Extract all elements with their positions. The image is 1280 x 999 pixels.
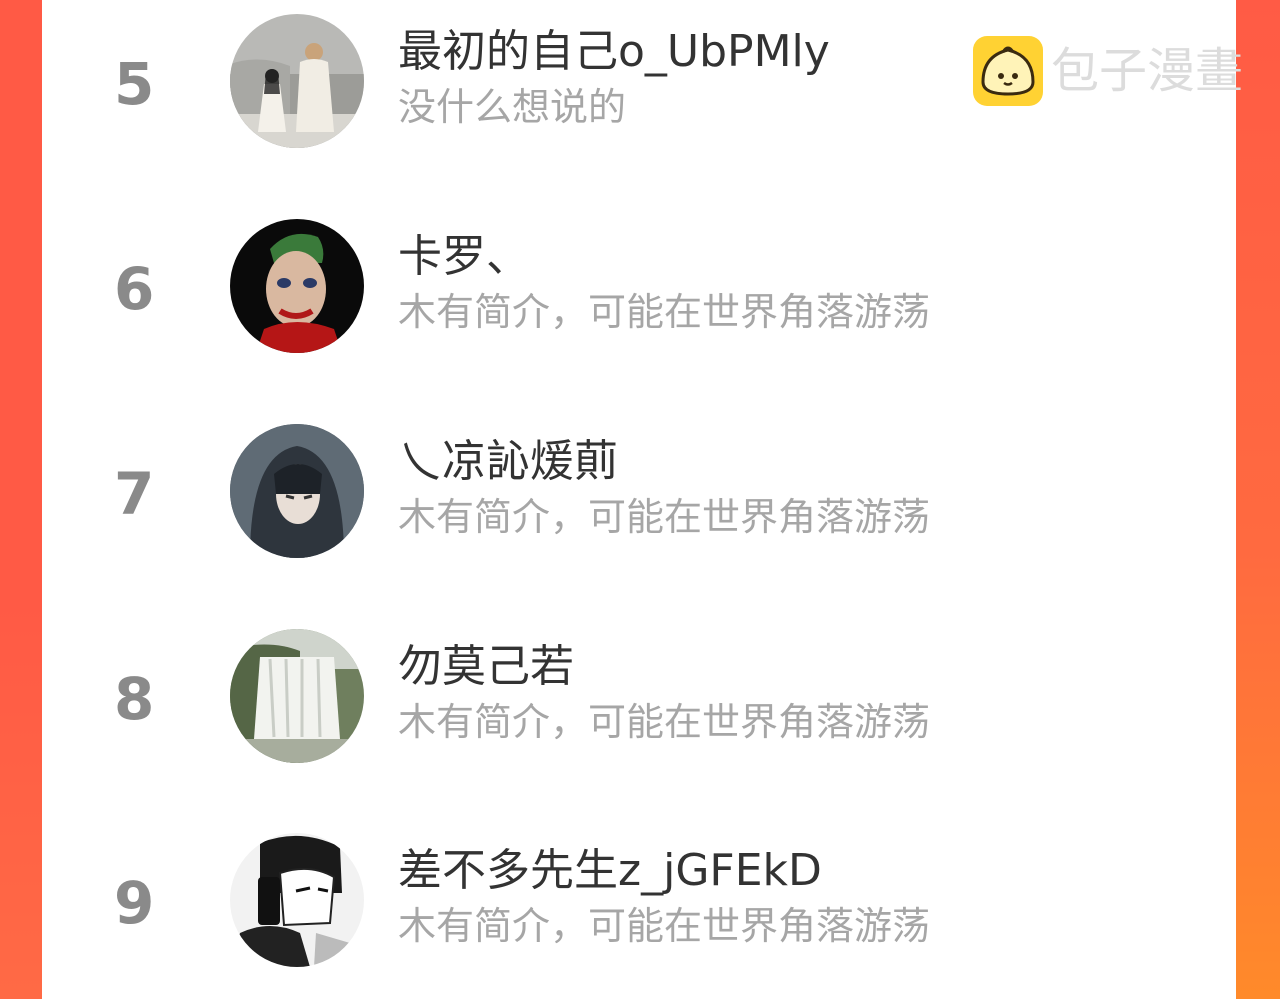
user-bio: 木有简介，可能在世界角落游荡 — [398, 495, 931, 539]
ranking-row[interactable]: 7 乀凉訫煖萴 木有简介，可能在世界角落游荡 — [42, 424, 1236, 564]
ranking-row[interactable]: 6 卡罗、 木有简介，可能在世界角落游荡 — [42, 219, 1236, 359]
joker-avatar[interactable] — [230, 219, 364, 353]
watermark-text: 包子漫畫 — [1051, 43, 1244, 99]
rank-number: 5 — [114, 50, 155, 118]
right-accent-border — [1236, 0, 1280, 999]
anime-hooded-avatar[interactable] — [230, 424, 364, 558]
bun-logo-icon — [973, 36, 1043, 106]
rank-number: 9 — [114, 869, 155, 937]
left-accent-border — [0, 0, 42, 999]
user-name[interactable]: 最初的自己o_UbPMly — [398, 24, 830, 80]
user-bio: 木有简介，可能在世界角落游荡 — [398, 904, 931, 948]
user-bio: 没什么想说的 — [398, 85, 627, 129]
user-bio: 木有简介，可能在世界角落游荡 — [398, 700, 931, 744]
couple-illustration-avatar[interactable] — [230, 14, 364, 148]
user-name[interactable]: 卡罗、 — [398, 229, 530, 285]
watermark: 包子漫畫 — [973, 36, 1243, 108]
rank-number: 7 — [114, 460, 155, 528]
waterfall-avatar[interactable] — [230, 629, 364, 763]
user-name[interactable]: 乀凉訫煖萴 — [398, 434, 618, 490]
ranking-panel: 5 最初的自己o_UbPMly 没什么想说的 6 卡罗、 木有简介，可能在世界角… — [42, 0, 1243, 999]
manga-phone-avatar[interactable] — [230, 833, 364, 967]
rank-number: 8 — [114, 665, 155, 733]
ranking-row[interactable]: 8 勿莫己若 木有简介，可能在世界角落游荡 — [42, 629, 1236, 769]
user-name[interactable]: 勿莫己若 — [398, 639, 574, 695]
ranking-row[interactable]: 9 差不多先生z_jGFEkD 木有简介，可能在世界角落游荡 — [42, 833, 1236, 973]
user-name[interactable]: 差不多先生z_jGFEkD — [398, 843, 822, 899]
user-bio: 木有简介，可能在世界角落游荡 — [398, 290, 931, 334]
rank-number: 6 — [114, 255, 155, 323]
